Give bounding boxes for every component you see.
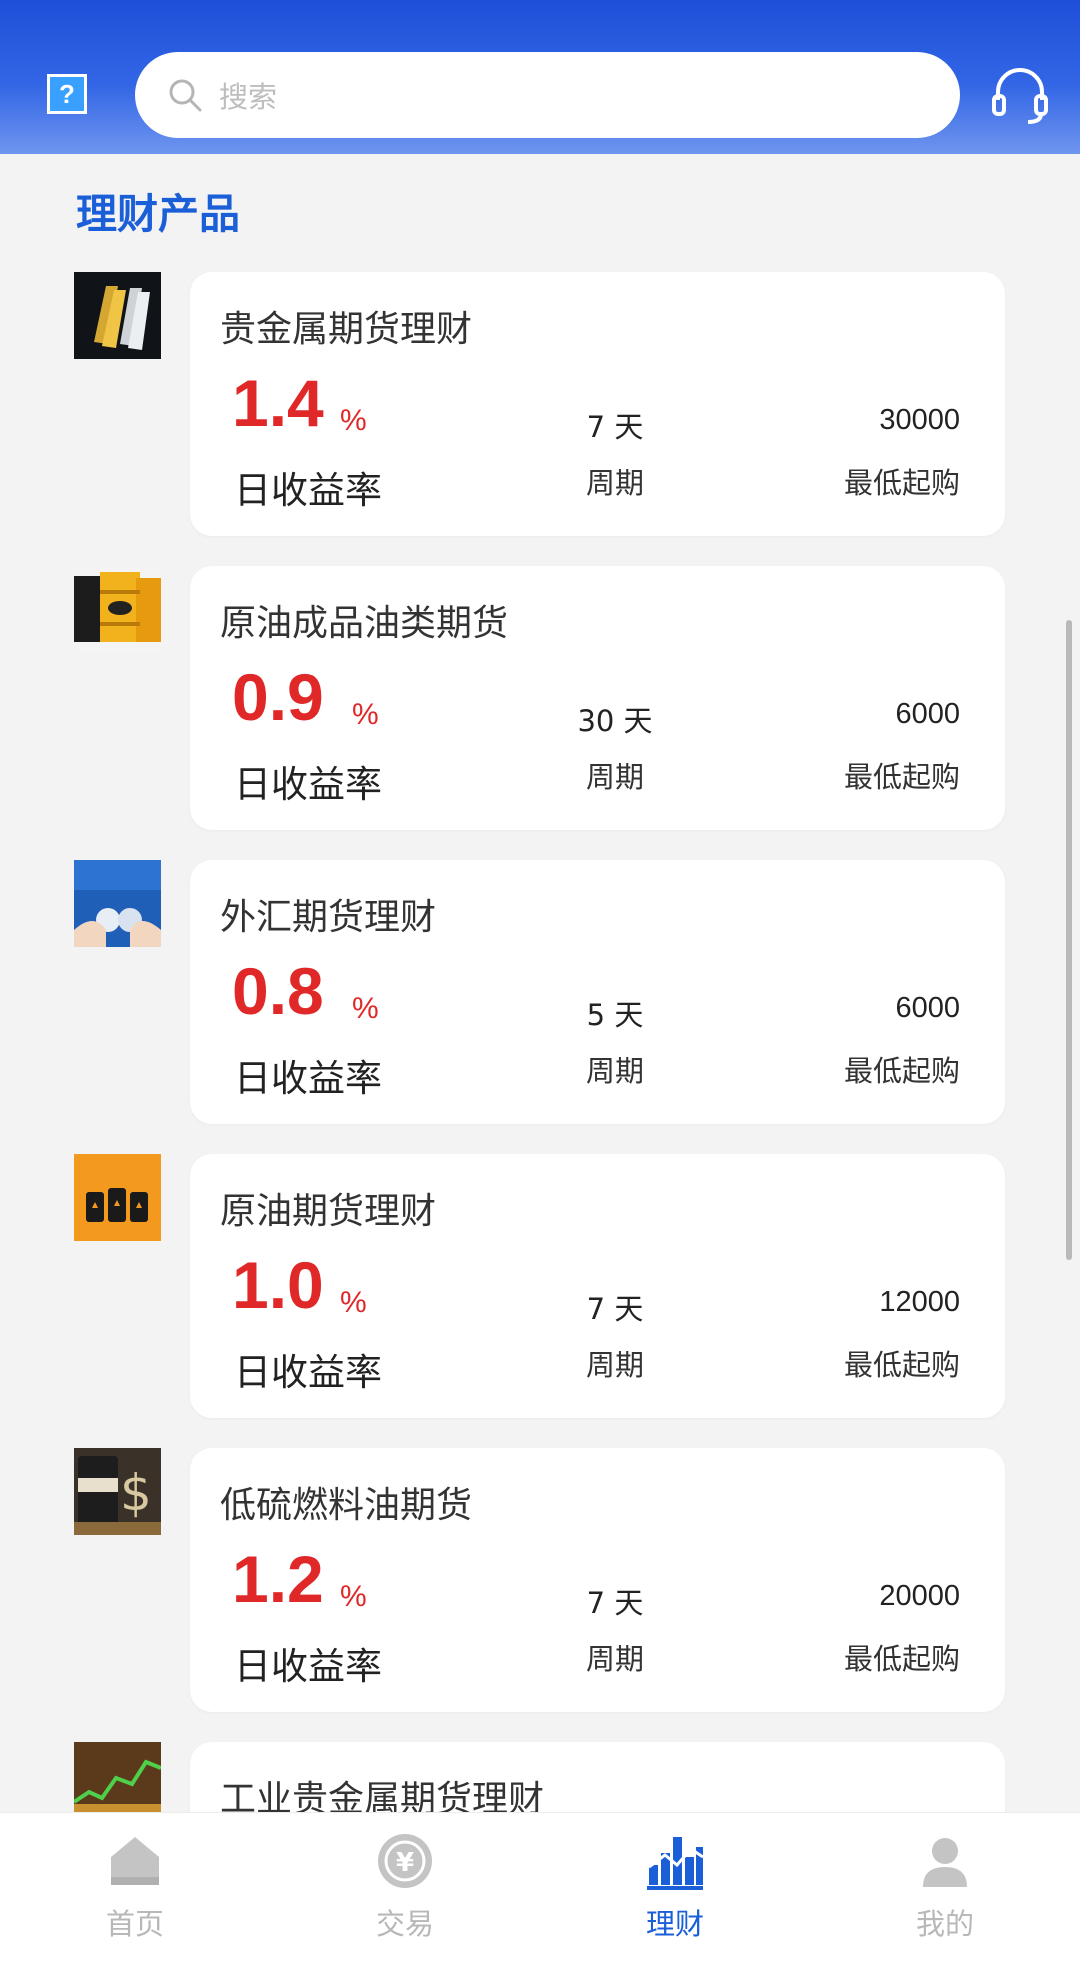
headset-icon[interactable] — [990, 62, 1050, 126]
tab-label: 理财 — [645, 1907, 704, 1941]
tab-home[interactable]: 首页 — [0, 1813, 270, 1976]
product-name: 低硫燃料油期货 — [220, 1485, 473, 1526]
period-label: 周期 — [585, 1348, 644, 1382]
min-purchase-value: 20000 — [879, 1580, 960, 1612]
product-name: 原油期货理财 — [220, 1191, 437, 1232]
tab-label: 交易 — [375, 1907, 434, 1941]
rate-percent-sign: % — [340, 404, 367, 437]
bottom-tab-bar: 首页 ¥ 交易 理财 我的 — [0, 1812, 1080, 1976]
min-purchase-label: 最低起购 — [843, 466, 960, 500]
search-placeholder: 搜索 — [219, 80, 278, 114]
gold-bars-thumbnail — [74, 272, 161, 359]
rate-percent-sign: % — [340, 1580, 367, 1613]
period-label: 周期 — [585, 760, 644, 794]
top-header: ? 搜索 — [0, 0, 1080, 154]
oil-dollar-thumbnail: $ — [74, 1448, 161, 1535]
product-card[interactable]: 原油成品油类期货 0.9 % 日收益率 30 天 周期 6000 最低起购 — [190, 566, 1005, 830]
tab-finance[interactable]: 理财 — [540, 1813, 810, 1976]
min-purchase-label: 最低起购 — [843, 1054, 960, 1088]
home-icon — [111, 1837, 159, 1885]
tab-mine[interactable]: 我的 — [810, 1813, 1080, 1976]
tab-label: 首页 — [105, 1907, 164, 1941]
min-purchase-label: 最低起购 — [843, 760, 960, 794]
period-value: 30 天 — [577, 704, 653, 738]
product-card[interactable]: 外汇期货理财 0.8 % 日收益率 5 天 周期 6000 最低起购 — [190, 860, 1005, 1124]
rate-percent-sign: % — [352, 992, 379, 1025]
yuan-coin-icon: ¥ — [378, 1834, 432, 1888]
svg-text:¥: ¥ — [396, 1848, 414, 1878]
min-purchase-label: 最低起购 — [843, 1642, 960, 1676]
chart-icon — [647, 1837, 704, 1890]
product-card[interactable]: 贵金属期货理财 1.4 % 日收益率 7 天 周期 30000 最低起购 — [190, 272, 1005, 536]
daily-rate-label: 日收益率 — [234, 1351, 382, 1394]
product-row[interactable]: 工业贵金属期货理财 — [0, 1742, 1080, 1812]
daily-rate-value: 0.9 — [232, 660, 324, 734]
metals-chart-thumbnail — [74, 1742, 161, 1812]
min-purchase-label: 最低起购 — [843, 1348, 960, 1382]
search-icon — [169, 79, 202, 112]
daily-rate-label: 日收益率 — [234, 763, 382, 806]
daily-rate-value: 1.4 — [232, 366, 324, 440]
min-purchase-value: 12000 — [879, 1286, 960, 1318]
forex-thumbnail — [74, 860, 161, 947]
daily-rate-value: 1.0 — [232, 1248, 324, 1322]
product-card[interactable]: 工业贵金属期货理财 — [190, 1742, 1005, 1812]
help-icon[interactable]: ? — [47, 74, 87, 114]
product-row[interactable]: 外汇期货理财 0.8 % 日收益率 5 天 周期 6000 最低起购 — [0, 860, 1080, 1130]
tab-label: 我的 — [915, 1907, 974, 1941]
product-row[interactable]: $ 低硫燃料油期货 1.2 % 日收益率 7 天 周期 20000 最低起购 — [0, 1448, 1080, 1718]
product-row[interactable]: 原油期货理财 1.0 % 日收益率 7 天 周期 12000 最低起购 — [0, 1154, 1080, 1424]
min-purchase-value: 6000 — [895, 698, 960, 730]
product-card[interactable]: 低硫燃料油期货 1.2 % 日收益率 7 天 周期 20000 最低起购 — [190, 1448, 1005, 1712]
user-icon — [923, 1838, 967, 1887]
product-name: 原油成品油类期货 — [220, 603, 509, 644]
period-label: 周期 — [585, 466, 644, 500]
oil-barrels-orange-thumbnail — [74, 1154, 161, 1241]
rate-percent-sign: % — [340, 1286, 367, 1319]
period-value: 7 天 — [586, 410, 644, 444]
scrollbar[interactable] — [1066, 620, 1072, 1260]
oil-barrels-thumbnail — [74, 566, 161, 653]
period-value: 7 天 — [586, 1586, 644, 1620]
daily-rate-label: 日收益率 — [234, 469, 382, 512]
section-title: 理财产品 — [76, 190, 240, 238]
product-name: 工业贵金属期货理财 — [220, 1779, 545, 1812]
min-purchase-value: 6000 — [895, 992, 960, 1024]
product-name: 贵金属期货理财 — [220, 309, 473, 350]
product-row[interactable]: 贵金属期货理财 1.4 % 日收益率 7 天 周期 30000 最低起购 — [0, 272, 1080, 542]
period-value: 7 天 — [586, 1292, 644, 1326]
product-row[interactable]: 原油成品油类期货 0.9 % 日收益率 30 天 周期 6000 最低起购 — [0, 566, 1080, 836]
daily-rate-value: 0.8 — [232, 954, 324, 1028]
daily-rate-value: 1.2 — [232, 1542, 324, 1616]
rate-percent-sign: % — [352, 698, 379, 731]
search-input[interactable]: 搜索 — [135, 52, 960, 138]
product-name: 外汇期货理财 — [220, 897, 437, 938]
daily-rate-label: 日收益率 — [234, 1057, 382, 1100]
period-label: 周期 — [585, 1054, 644, 1088]
period-value: 5 天 — [586, 998, 644, 1032]
daily-rate-label: 日收益率 — [234, 1645, 382, 1688]
svg-text:$: $ — [120, 1464, 152, 1522]
tab-trade[interactable]: ¥ 交易 — [270, 1813, 540, 1976]
product-card[interactable]: 原油期货理财 1.0 % 日收益率 7 天 周期 12000 最低起购 — [190, 1154, 1005, 1418]
min-purchase-value: 30000 — [879, 404, 960, 436]
period-label: 周期 — [585, 1642, 644, 1676]
